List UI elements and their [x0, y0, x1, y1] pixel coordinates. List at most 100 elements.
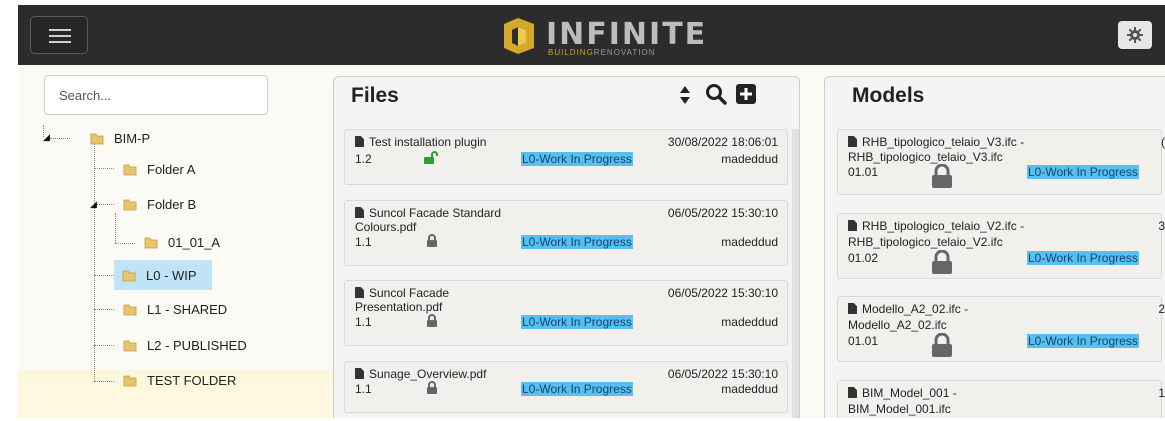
- folder-icon: [123, 340, 137, 352]
- lock-icon[interactable]: [426, 234, 438, 247]
- file-name-line: Test installation plugin: [355, 135, 486, 149]
- menu-button[interactable]: [30, 16, 88, 54]
- logo-sub-a: BUILDING: [548, 48, 594, 57]
- file-item[interactable]: Suncol Facade Standard Colours.pdf 06/05…: [344, 200, 788, 266]
- model-version: 01.01: [848, 165, 879, 179]
- model-item[interactable]: Modello_A2_02.ifc - Modello_A2_02.ifc 01…: [837, 296, 1165, 362]
- status-text: L0-Work In Progress: [1027, 334, 1139, 348]
- file-version: 1.1: [355, 315, 372, 329]
- tree-item-folder-b[interactable]: Folder B: [123, 189, 196, 219]
- file-name-line: Suncol Facade Standard: [355, 206, 501, 220]
- folder-icon: [90, 133, 104, 145]
- model-name: Modello_A2_02.ifc -: [862, 302, 969, 316]
- app-logo[interactable]: INFINITE BUILDINGRENOVATION: [500, 15, 710, 57]
- file-icon: [355, 136, 364, 147]
- file-icon: [355, 207, 364, 218]
- unlock-icon[interactable]: [424, 151, 438, 164]
- tree-label: 01_01_A: [168, 234, 221, 250]
- file-icon: [355, 287, 364, 298]
- lock-icon[interactable]: [426, 381, 438, 394]
- tree-item-l2-published[interactable]: L2 - PUBLISHED: [123, 330, 247, 360]
- model-version: 01.02: [848, 251, 879, 265]
- file-icon: [355, 368, 364, 379]
- file-name: Suncol Facade: [369, 286, 450, 300]
- lock-icon[interactable]: [931, 164, 953, 188]
- file-item[interactable]: Test installation plugin 30/08/2022 18:0…: [344, 129, 788, 185]
- tree-guide-line: [94, 345, 114, 346]
- folder-icon: [123, 375, 137, 387]
- tree-guide-line: [115, 213, 116, 243]
- file-user: madeddud: [721, 235, 778, 249]
- sort-icon[interactable]: [679, 85, 691, 105]
- status-text: L0-Work In Progress: [521, 315, 633, 329]
- tree-item-l1-shared[interactable]: L1 - SHARED: [123, 294, 227, 324]
- file-user: madeddud: [721, 382, 778, 396]
- folder-icon: [144, 237, 158, 249]
- file-name-line: Sunage_Overview.pdf: [355, 367, 486, 381]
- lock-icon[interactable]: [931, 333, 953, 357]
- file-icon: [848, 220, 857, 231]
- tree-guide-line: [94, 381, 114, 382]
- files-title: Files: [351, 84, 399, 107]
- model-item[interactable]: BIM_Model_001 - BIM_Model_001.ifc 1: [837, 380, 1165, 418]
- tree-item-01-01-a[interactable]: 01_01_A: [144, 227, 220, 257]
- app-frame: INFINITE BUILDINGRENOVATION ◢ ◢ BIM-P: [18, 5, 1165, 418]
- tree-item-l0-wip[interactable]: L0 - WIP: [114, 260, 212, 290]
- tree-label: BIM-P: [114, 130, 151, 146]
- lock-icon[interactable]: [931, 250, 953, 274]
- file-version: 1.1: [355, 235, 372, 249]
- file-item[interactable]: Sunage_Overview.pdf 06/05/2022 15:30:10 …: [344, 361, 788, 413]
- folder-icon: [122, 270, 136, 282]
- tree-item-test-folder[interactable]: TEST FOLDER: [123, 365, 236, 395]
- folder-icon: [123, 304, 137, 316]
- file-status-badge: L0-Work In Progress: [521, 315, 633, 329]
- model-side-text: 3: [1158, 219, 1165, 233]
- model-file: RHB_tipologico_telaio_V2.ifc: [848, 235, 1003, 249]
- model-name: RHB_tipologico_telaio_V2.ifc -: [862, 219, 1025, 233]
- model-side-text: (: [1161, 135, 1165, 149]
- status-text: L0-Work In Progress: [1027, 165, 1139, 179]
- tree-guide-line: [50, 138, 70, 139]
- top-navbar: INFINITE BUILDINGRENOVATION: [18, 5, 1165, 65]
- search-icon[interactable]: [705, 83, 727, 105]
- expand-arrow-icon[interactable]: ◢: [90, 199, 97, 210]
- model-name-line: Modello_A2_02.ifc -: [848, 302, 968, 316]
- file-version: 1.1: [355, 382, 372, 396]
- files-panel: Files Test installation plugin 30/08/202…: [333, 76, 800, 418]
- logo-subtitle: BUILDINGRENOVATION: [548, 48, 656, 57]
- tree-guide-line: [94, 168, 114, 169]
- file-date: 06/05/2022 15:30:10: [667, 286, 778, 300]
- file-item[interactable]: Suncol Facade Presentation.pdf 06/05/202…: [344, 280, 788, 346]
- model-side-text: 1: [1158, 386, 1165, 400]
- models-panel: Models RHB_tipologico_telaio_V3.ifc - RH…: [824, 76, 1165, 418]
- expand-arrow-icon[interactable]: ◢: [43, 132, 50, 143]
- files-scrollbar[interactable]: [792, 129, 799, 418]
- file-name: Test installation plugin: [369, 135, 487, 149]
- model-file: RHB_tipologico_telaio_V3.ifc: [848, 150, 1003, 164]
- tree-item-folder-a[interactable]: Folder A: [123, 154, 195, 184]
- status-text: L0-Work In Progress: [1027, 251, 1139, 265]
- file-icon: [848, 387, 857, 398]
- file-name: Sunage_Overview.pdf: [369, 367, 487, 381]
- menu-icon-bar: [49, 35, 71, 37]
- tree-label: TEST FOLDER: [147, 372, 237, 388]
- search-input[interactable]: [44, 75, 268, 115]
- models-title: Models: [852, 84, 925, 107]
- lock-icon[interactable]: [426, 314, 438, 327]
- menu-icon-bar: [49, 29, 71, 31]
- folder-icon: [123, 199, 137, 211]
- file-date: 06/05/2022 15:30:10: [667, 206, 778, 220]
- logo-text: INFINITE: [546, 17, 708, 52]
- settings-button[interactable]: [1118, 21, 1152, 49]
- gear-icon: [1127, 27, 1143, 43]
- tree-guide-line: [94, 309, 114, 310]
- add-icon[interactable]: [736, 84, 756, 104]
- status-text: L0-Work In Progress: [521, 382, 633, 396]
- model-item[interactable]: RHB_tipologico_telaio_V2.ifc - RHB_tipol…: [837, 213, 1165, 279]
- file-user: madeddud: [721, 152, 778, 166]
- tree-root-bim-p[interactable]: BIM-P: [90, 123, 150, 153]
- tree-label: Folder B: [147, 196, 197, 212]
- model-name-line: RHB_tipologico_telaio_V2.ifc -: [848, 219, 1024, 233]
- tree-label: L0 - WIP: [146, 267, 197, 283]
- model-item[interactable]: RHB_tipologico_telaio_V3.ifc - RHB_tipol…: [837, 129, 1165, 195]
